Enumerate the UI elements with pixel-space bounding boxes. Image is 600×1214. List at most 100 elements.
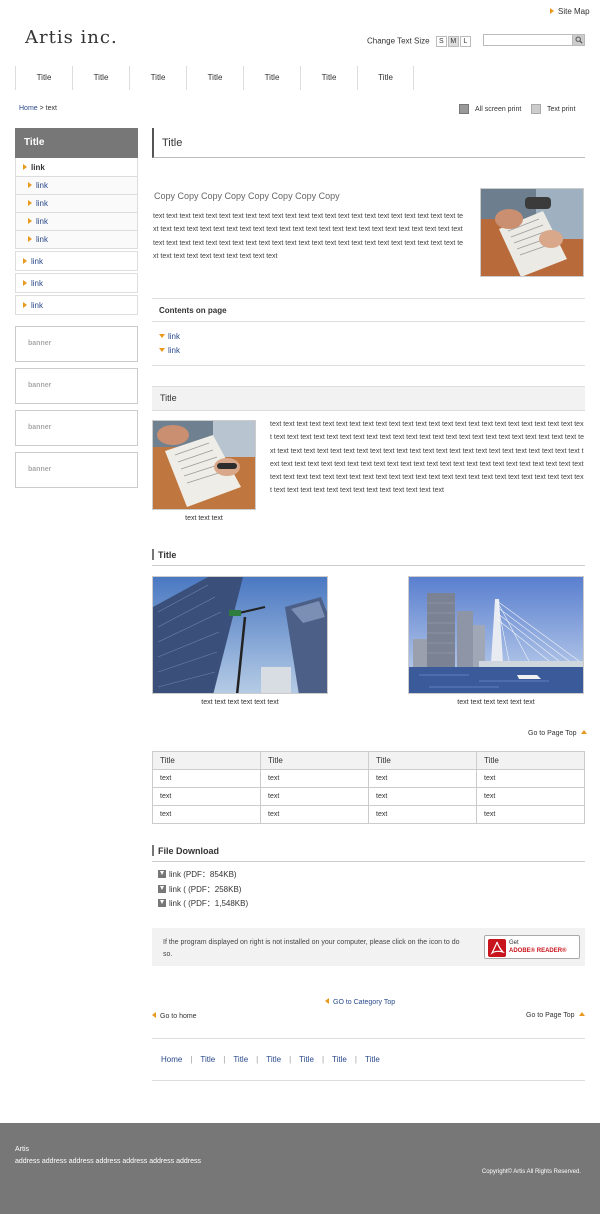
site-logo[interactable]: Artis inc. <box>25 27 118 48</box>
all-screen-print-button[interactable]: All screen print <box>459 104 521 114</box>
gnav-item[interactable]: Title <box>186 66 243 90</box>
arrow-down-icon <box>159 334 165 338</box>
printer-icon <box>459 104 469 114</box>
sidebar-item[interactable]: link <box>15 158 138 177</box>
sidebar-subitem[interactable]: link <box>15 213 138 231</box>
bottom-nav-item[interactable]: Title <box>299 1055 314 1064</box>
text-size-large-button[interactable]: L <box>459 36 471 47</box>
document-icon <box>531 104 541 114</box>
table-header-cell: Title <box>368 751 477 770</box>
arrow-up-icon <box>580 730 587 734</box>
sidebar-subitem[interactable]: link <box>15 195 138 213</box>
banner[interactable]: banner <box>15 452 138 488</box>
table-cell: text <box>260 769 369 788</box>
arrow-up-icon <box>578 1012 585 1016</box>
footer-company: Artis <box>15 1146 29 1153</box>
contents-heading: Contents on page <box>152 299 585 322</box>
download-list: link (PDF：854KB) link ( (PDF：258KB) link… <box>158 868 248 912</box>
bottom-nav-item[interactable]: Title <box>365 1055 380 1064</box>
go-home-link[interactable]: Go to home <box>152 1012 197 1020</box>
file-download-title: File Download <box>152 844 585 862</box>
gnav-item[interactable]: Title <box>300 66 357 90</box>
text-size-small-button[interactable]: S <box>435 36 447 47</box>
arrow-left-icon <box>152 1012 156 1018</box>
table-cell: text <box>260 805 369 824</box>
sidebar-item[interactable]: link <box>15 295 138 315</box>
breadcrumb-home[interactable]: Home <box>19 105 38 112</box>
reader-notice-text: If the program displayed on right is not… <box>163 939 460 958</box>
category-top-link[interactable]: GO to Category Top <box>325 998 395 1006</box>
page-title: Title <box>152 128 585 158</box>
sidebar-nav: link link link link link link link link <box>15 158 138 315</box>
sidebar-item[interactable]: link <box>15 251 138 271</box>
footer-copyright: Copyright© Artis All Rights Reserved. <box>481 1169 581 1175</box>
photo-caption: text text text <box>185 515 223 522</box>
banner[interactable]: banner <box>15 368 138 404</box>
global-nav: Title Title Title Title Title Title Titl… <box>15 66 414 90</box>
gnav-item[interactable]: Title <box>357 66 414 90</box>
download-link[interactable]: link (PDF：854KB) <box>158 868 248 883</box>
text-size-label: Change Text Size <box>367 36 430 46</box>
bottom-nav-item[interactable]: Title <box>200 1055 215 1064</box>
arrow-right-icon <box>23 258 27 264</box>
gnav-item[interactable]: Title <box>72 66 129 90</box>
table-cell: text <box>476 805 585 824</box>
bottom-nav-home[interactable]: Home <box>161 1055 182 1064</box>
arrow-right-icon <box>28 182 32 188</box>
download-link[interactable]: link ( (PDF：1,548KB) <box>158 897 248 912</box>
table-row: text text text text <box>152 769 585 788</box>
table-row: text text text text <box>152 805 585 824</box>
get-adobe-reader-button[interactable]: Get ADOBE® READER® <box>484 935 580 959</box>
anchor-link[interactable]: link <box>159 344 585 358</box>
arrow-down-icon <box>159 348 165 352</box>
anchor-link[interactable]: link <box>159 330 585 344</box>
table-cell: text <box>368 769 477 788</box>
page-top-link[interactable]: Go to Page Top <box>526 1012 585 1019</box>
breadcrumb: Home > text <box>19 105 57 112</box>
document-signing-photo <box>152 420 256 510</box>
arrow-right-icon <box>28 200 32 206</box>
arrow-right-icon <box>550 8 554 14</box>
sidebar-item[interactable]: link <box>15 273 138 293</box>
section-title: Title <box>152 548 585 566</box>
table-cell: text <box>260 787 369 806</box>
table-header-cell: Title <box>260 751 369 770</box>
lead-copy: Copy Copy Copy Copy Copy Copy Copy Copy <box>154 191 340 201</box>
sitemap-link[interactable]: Site Map <box>550 7 590 16</box>
table-header-row: Title Title Title Title <box>152 751 585 770</box>
text-print-button[interactable]: Text print <box>531 104 575 114</box>
page-top-link[interactable]: Go to Page Top <box>528 730 587 737</box>
photo-caption: text text text text text text <box>457 699 535 706</box>
section-title: Title <box>152 386 585 411</box>
text-size-medium-button[interactable]: M <box>447 36 459 47</box>
skyscraper-photo <box>152 576 328 694</box>
download-link[interactable]: link ( (PDF：258KB) <box>158 883 248 898</box>
bottom-nav: Home | Title | Title | Title | Title | Title | Title <box>152 1038 585 1081</box>
download-icon <box>158 899 166 907</box>
bottom-nav-item[interactable]: Title <box>266 1055 281 1064</box>
table-cell: text <box>368 805 477 824</box>
footer: Artis address address address address ad… <box>0 1123 600 1214</box>
arrow-right-icon <box>23 164 27 170</box>
search-button[interactable] <box>572 35 584 45</box>
bottom-nav-item[interactable]: Title <box>233 1055 248 1064</box>
arrow-left-icon <box>325 998 329 1004</box>
arrow-right-icon <box>23 302 27 308</box>
arrow-right-icon <box>28 218 32 224</box>
search-input[interactable] <box>483 34 585 46</box>
text-size-control: Change Text Size SML <box>367 36 471 47</box>
search-icon <box>575 36 583 44</box>
adobe-pdf-icon <box>488 939 506 957</box>
intro-text: text text text text text text text text … <box>153 213 464 260</box>
banner[interactable]: banner <box>15 326 138 362</box>
table-cell: text <box>368 787 477 806</box>
bottom-nav-item[interactable]: Title <box>332 1055 347 1064</box>
sidebar-subitem[interactable]: link <box>15 177 138 195</box>
bridge-photo <box>408 576 584 694</box>
banner[interactable]: banner <box>15 410 138 446</box>
document-signing-photo <box>480 188 584 277</box>
gnav-item[interactable]: Title <box>15 66 72 90</box>
gnav-item[interactable]: Title <box>243 66 300 90</box>
gnav-item[interactable]: Title <box>129 66 186 90</box>
sidebar-subitem[interactable]: link <box>15 231 138 249</box>
